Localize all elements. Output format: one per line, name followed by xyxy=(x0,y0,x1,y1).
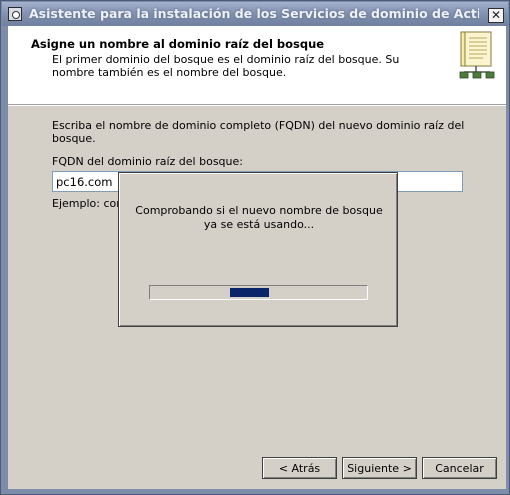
fqdn-label: FQDN del dominio raíz del bosque: xyxy=(52,155,243,168)
cancel-button[interactable]: Cancelar xyxy=(422,457,497,479)
close-icon[interactable]: ✕ xyxy=(488,8,504,23)
wizard-header: Asigne un nombre al dominio raíz del bos… xyxy=(8,26,506,105)
wizard-client-area: Asigne un nombre al dominio raíz del bos… xyxy=(8,26,506,489)
instruction-text: Escriba el nombre de dominio completo (F… xyxy=(52,119,465,145)
page-description: El primer dominio del bosque es el domin… xyxy=(52,53,400,79)
window-title: Asistente para la instalación de los Ser… xyxy=(29,6,479,21)
progress-message: Comprobando si el nuevo nombre de bosque… xyxy=(135,204,383,231)
book-network-icon xyxy=(459,31,495,79)
next-button[interactable]: Siguiente > xyxy=(342,457,417,479)
page-title: Asigne un nombre al dominio raíz del bos… xyxy=(31,37,325,51)
progress-bar-fill xyxy=(230,288,269,297)
app-icon[interactable] xyxy=(8,7,22,21)
header-separator xyxy=(8,105,506,106)
progress-dialog: Comprobando si el nuevo nombre de bosque… xyxy=(118,172,398,327)
progress-bar xyxy=(149,285,368,300)
title-bar[interactable]: Asistente para la instalación de los Ser… xyxy=(2,2,508,26)
back-button[interactable]: < Atrás xyxy=(262,457,337,479)
wizard-window: Asistente para la instalación de los Ser… xyxy=(0,0,510,495)
